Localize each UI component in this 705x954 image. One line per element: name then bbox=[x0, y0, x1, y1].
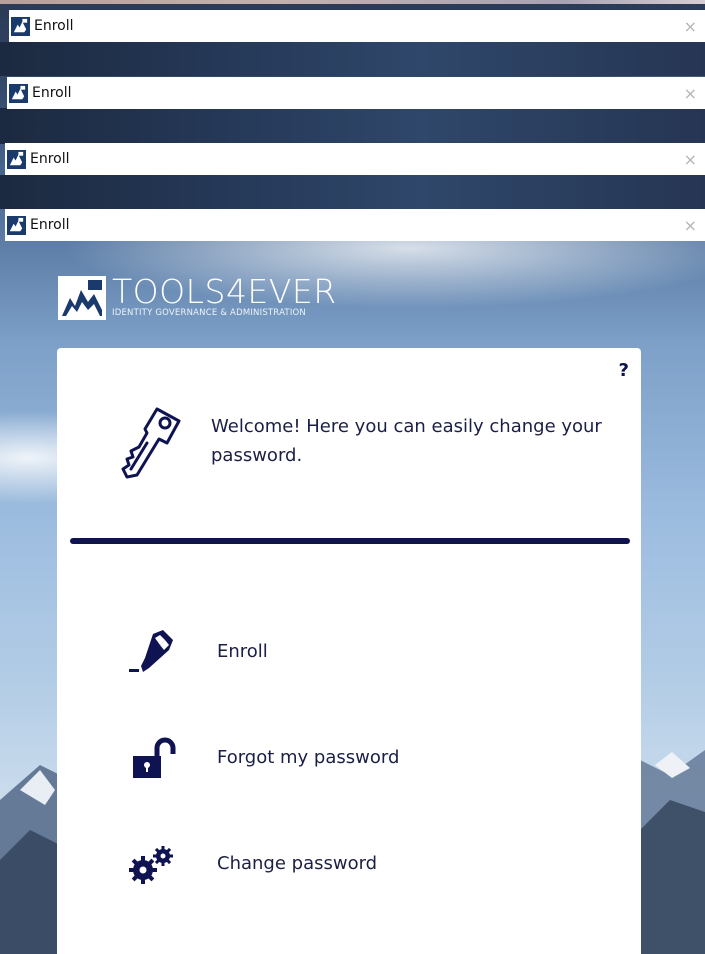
enroll-label: Enroll bbox=[217, 640, 268, 662]
close-icon[interactable]: × bbox=[684, 150, 697, 169]
key-icon bbox=[121, 407, 181, 479]
close-icon[interactable]: × bbox=[684, 17, 697, 36]
window-title: Enroll bbox=[34, 18, 74, 34]
background-sky-band bbox=[0, 108, 705, 144]
help-button[interactable]: ? bbox=[619, 360, 629, 381]
unlocked-padlock-icon bbox=[133, 737, 176, 778]
tools4ever-app-icon bbox=[7, 149, 26, 169]
background-sky-band bbox=[0, 175, 705, 209]
forgot-password-label: Forgot my password bbox=[217, 746, 400, 768]
background-sky-band bbox=[0, 42, 705, 76]
tools4ever-app-icon bbox=[11, 16, 30, 36]
window-titlebar[interactable]: Enroll × bbox=[5, 143, 705, 175]
tools4ever-app-icon bbox=[7, 215, 26, 235]
password-portal-card: ? Welcome! Here you can easily change yo… bbox=[57, 348, 641, 954]
window-title: Enroll bbox=[30, 217, 70, 233]
pencil-icon bbox=[129, 630, 173, 672]
change-password-label: Change password bbox=[217, 852, 378, 874]
window-titlebar[interactable]: Enroll × bbox=[5, 209, 705, 241]
window-titlebar[interactable]: Enroll × bbox=[9, 10, 705, 42]
window-title: Enroll bbox=[32, 85, 72, 101]
close-icon[interactable]: × bbox=[684, 216, 697, 235]
forgot-password-button[interactable]: Forgot my password bbox=[127, 734, 399, 780]
window-titlebar[interactable]: Enroll × bbox=[7, 77, 705, 109]
tools4ever-logo-icon bbox=[58, 276, 106, 320]
brand-tagline: IDENTITY GOVERNANCE & ADMINISTRATION bbox=[112, 308, 306, 318]
tools4ever-app-icon bbox=[9, 83, 28, 103]
section-divider bbox=[70, 538, 630, 544]
change-password-button[interactable]: Change password bbox=[127, 840, 377, 886]
brand-wordmark: TOOLS4EVER bbox=[112, 272, 337, 311]
welcome-message: Welcome! Here you can easily change your… bbox=[211, 416, 602, 466]
close-icon[interactable]: × bbox=[684, 84, 697, 103]
window-title: Enroll bbox=[30, 151, 70, 167]
window-top-strip bbox=[0, 0, 705, 4]
gears-icon bbox=[129, 846, 173, 884]
brand-logo: TOOLS4EVER IDENTITY GOVERNANCE & ADMINIS… bbox=[58, 274, 337, 320]
enroll-button[interactable]: Enroll bbox=[127, 628, 268, 674]
